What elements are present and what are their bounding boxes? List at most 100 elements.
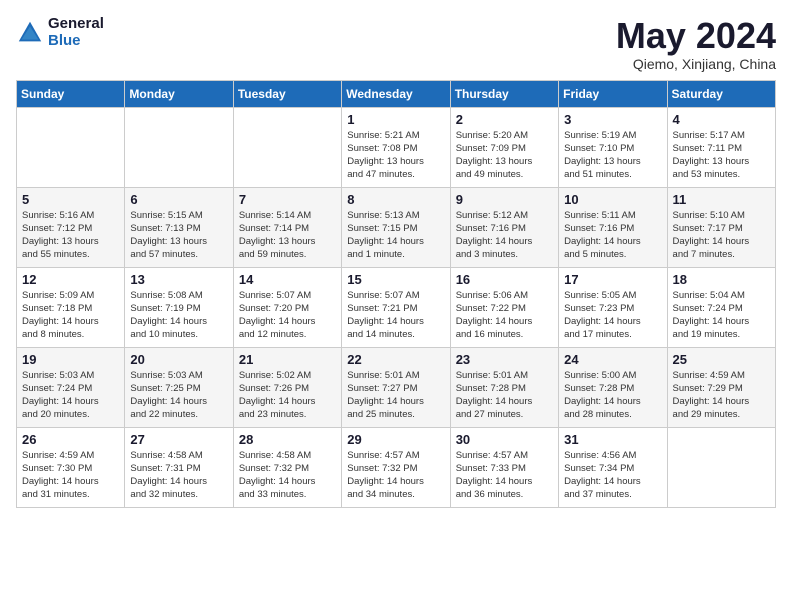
day-info: Sunrise: 5:21 AM Sunset: 7:08 PM Dayligh… xyxy=(347,129,444,182)
calendar-cell: 9 Sunrise: 5:12 AM Sunset: 7:16 PM Daylig… xyxy=(450,187,558,267)
calendar-cell: 7 Sunrise: 5:14 AM Sunset: 7:14 PM Daylig… xyxy=(233,187,341,267)
calendar-cell: 31Sunrise: 4:56 AM Sunset: 7:34 PM Dayli… xyxy=(559,427,667,507)
day-number: 15 xyxy=(347,272,444,287)
day-info: Sunrise: 5:19 AM Sunset: 7:10 PM Dayligh… xyxy=(564,129,661,182)
header-day-thursday: Thursday xyxy=(450,80,558,107)
header-day-sunday: Sunday xyxy=(17,80,125,107)
day-number: 26 xyxy=(22,432,119,447)
calendar-cell: 3 Sunrise: 5:19 AM Sunset: 7:10 PM Daylig… xyxy=(559,107,667,187)
logo-general: General xyxy=(48,16,104,33)
calendar-cell: 10Sunrise: 5:11 AM Sunset: 7:16 PM Dayli… xyxy=(559,187,667,267)
day-info: Sunrise: 5:06 AM Sunset: 7:22 PM Dayligh… xyxy=(456,289,553,342)
calendar-cell: 11Sunrise: 5:10 AM Sunset: 7:17 PM Dayli… xyxy=(667,187,775,267)
calendar-cell xyxy=(125,107,233,187)
calendar-cell xyxy=(233,107,341,187)
calendar-cell xyxy=(17,107,125,187)
week-row-3: 12 Sunrise: 5:09 AM Sunset: 7:18 PM Dayli… xyxy=(17,267,776,347)
week-row-1: 1 Sunrise: 5:21 AM Sunset: 7:08 PM Daylig… xyxy=(17,107,776,187)
day-info: Sunrise: 5:04 AM Sunset: 7:24 PM Dayligh… xyxy=(673,289,770,342)
header-day-friday: Friday xyxy=(559,80,667,107)
day-info: Sunrise: 4:58 AM Sunset: 7:31 PM Dayligh… xyxy=(130,449,227,502)
day-info: Sunrise: 5:08 AM Sunset: 7:19 PM Dayligh… xyxy=(130,289,227,342)
calendar-cell: 6 Sunrise: 5:15 AM Sunset: 7:13 PM Daylig… xyxy=(125,187,233,267)
day-number: 21 xyxy=(239,352,336,367)
week-row-5: 26 Sunrise: 4:59 AM Sunset: 7:30 PM Dayli… xyxy=(17,427,776,507)
calendar-cell: 27 Sunrise: 4:58 AM Sunset: 7:31 PM Dayli… xyxy=(125,427,233,507)
day-info: Sunrise: 4:57 AM Sunset: 7:32 PM Dayligh… xyxy=(347,449,444,502)
calendar-cell: 19Sunrise: 5:03 AM Sunset: 7:24 PM Dayli… xyxy=(17,347,125,427)
calendar-cell: 23Sunrise: 5:01 AM Sunset: 7:28 PM Dayli… xyxy=(450,347,558,427)
calendar-cell: 5 Sunrise: 5:16 AM Sunset: 7:12 PM Daylig… xyxy=(17,187,125,267)
day-info: Sunrise: 5:12 AM Sunset: 7:16 PM Dayligh… xyxy=(456,209,553,262)
day-info: Sunrise: 4:57 AM Sunset: 7:33 PM Dayligh… xyxy=(456,449,553,502)
logo-text: General Blue xyxy=(48,16,104,49)
calendar-cell: 22 Sunrise: 5:01 AM Sunset: 7:27 PM Dayli… xyxy=(342,347,450,427)
day-number: 31 xyxy=(564,432,661,447)
day-number: 16 xyxy=(456,272,553,287)
day-number: 17 xyxy=(564,272,661,287)
calendar-cell: 21 Sunrise: 5:02 AM Sunset: 7:26 PM Dayli… xyxy=(233,347,341,427)
logo: General Blue xyxy=(16,16,104,49)
day-info: Sunrise: 5:11 AM Sunset: 7:16 PM Dayligh… xyxy=(564,209,661,262)
day-info: Sunrise: 5:09 AM Sunset: 7:18 PM Dayligh… xyxy=(22,289,119,342)
day-number: 18 xyxy=(673,272,770,287)
day-number: 19 xyxy=(22,352,119,367)
calendar-cell: 26 Sunrise: 4:59 AM Sunset: 7:30 PM Dayli… xyxy=(17,427,125,507)
calendar-table: SundayMondayTuesdayWednesdayThursdayFrid… xyxy=(16,80,776,508)
day-info: Sunrise: 4:59 AM Sunset: 7:30 PM Dayligh… xyxy=(22,449,119,502)
day-number: 13 xyxy=(130,272,227,287)
calendar-cell xyxy=(667,427,775,507)
month-title: May 2024 xyxy=(616,16,776,56)
calendar-cell: 24Sunrise: 5:00 AM Sunset: 7:28 PM Dayli… xyxy=(559,347,667,427)
calendar-cell: 2 Sunrise: 5:20 AM Sunset: 7:09 PM Daylig… xyxy=(450,107,558,187)
day-info: Sunrise: 5:14 AM Sunset: 7:14 PM Dayligh… xyxy=(239,209,336,262)
day-number: 3 xyxy=(564,112,661,127)
day-number: 27 xyxy=(130,432,227,447)
day-number: 12 xyxy=(22,272,119,287)
day-info: Sunrise: 5:02 AM Sunset: 7:26 PM Dayligh… xyxy=(239,369,336,422)
day-number: 6 xyxy=(130,192,227,207)
location: Qiemo, Xinjiang, China xyxy=(616,56,776,72)
day-info: Sunrise: 5:15 AM Sunset: 7:13 PM Dayligh… xyxy=(130,209,227,262)
day-number: 14 xyxy=(239,272,336,287)
calendar-body: 1 Sunrise: 5:21 AM Sunset: 7:08 PM Daylig… xyxy=(17,107,776,507)
week-row-2: 5 Sunrise: 5:16 AM Sunset: 7:12 PM Daylig… xyxy=(17,187,776,267)
day-info: Sunrise: 5:07 AM Sunset: 7:21 PM Dayligh… xyxy=(347,289,444,342)
calendar-cell: 4Sunrise: 5:17 AM Sunset: 7:11 PM Daylig… xyxy=(667,107,775,187)
calendar-cell: 14Sunrise: 5:07 AM Sunset: 7:20 PM Dayli… xyxy=(233,267,341,347)
header-row: SundayMondayTuesdayWednesdayThursdayFrid… xyxy=(17,80,776,107)
day-number: 22 xyxy=(347,352,444,367)
logo-icon xyxy=(16,19,44,47)
header-day-tuesday: Tuesday xyxy=(233,80,341,107)
calendar-cell: 18 Sunrise: 5:04 AM Sunset: 7:24 PM Dayli… xyxy=(667,267,775,347)
day-number: 9 xyxy=(456,192,553,207)
page-header: General Blue May 2024 Qiemo, Xinjiang, C… xyxy=(16,16,776,72)
day-info: Sunrise: 5:01 AM Sunset: 7:27 PM Dayligh… xyxy=(347,369,444,422)
day-number: 8 xyxy=(347,192,444,207)
day-info: Sunrise: 5:16 AM Sunset: 7:12 PM Dayligh… xyxy=(22,209,119,262)
calendar-cell: 17 Sunrise: 5:05 AM Sunset: 7:23 PM Dayli… xyxy=(559,267,667,347)
day-info: Sunrise: 5:20 AM Sunset: 7:09 PM Dayligh… xyxy=(456,129,553,182)
day-number: 29 xyxy=(347,432,444,447)
header-day-wednesday: Wednesday xyxy=(342,80,450,107)
day-number: 28 xyxy=(239,432,336,447)
calendar-cell: 15 Sunrise: 5:07 AM Sunset: 7:21 PM Dayli… xyxy=(342,267,450,347)
calendar-header: SundayMondayTuesdayWednesdayThursdayFrid… xyxy=(17,80,776,107)
day-number: 7 xyxy=(239,192,336,207)
calendar-cell: 1 Sunrise: 5:21 AM Sunset: 7:08 PM Daylig… xyxy=(342,107,450,187)
day-number: 5 xyxy=(22,192,119,207)
day-info: Sunrise: 5:05 AM Sunset: 7:23 PM Dayligh… xyxy=(564,289,661,342)
calendar-cell: 13 Sunrise: 5:08 AM Sunset: 7:19 PM Dayli… xyxy=(125,267,233,347)
week-row-4: 19Sunrise: 5:03 AM Sunset: 7:24 PM Dayli… xyxy=(17,347,776,427)
day-number: 1 xyxy=(347,112,444,127)
day-number: 4 xyxy=(673,112,770,127)
day-info: Sunrise: 5:13 AM Sunset: 7:15 PM Dayligh… xyxy=(347,209,444,262)
day-info: Sunrise: 5:00 AM Sunset: 7:28 PM Dayligh… xyxy=(564,369,661,422)
day-number: 11 xyxy=(673,192,770,207)
day-number: 2 xyxy=(456,112,553,127)
calendar-cell: 25Sunrise: 4:59 AM Sunset: 7:29 PM Dayli… xyxy=(667,347,775,427)
calendar-cell: 16 Sunrise: 5:06 AM Sunset: 7:22 PM Dayli… xyxy=(450,267,558,347)
title-area: May 2024 Qiemo, Xinjiang, China xyxy=(616,16,776,72)
header-day-saturday: Saturday xyxy=(667,80,775,107)
calendar-cell: 30Sunrise: 4:57 AM Sunset: 7:33 PM Dayli… xyxy=(450,427,558,507)
